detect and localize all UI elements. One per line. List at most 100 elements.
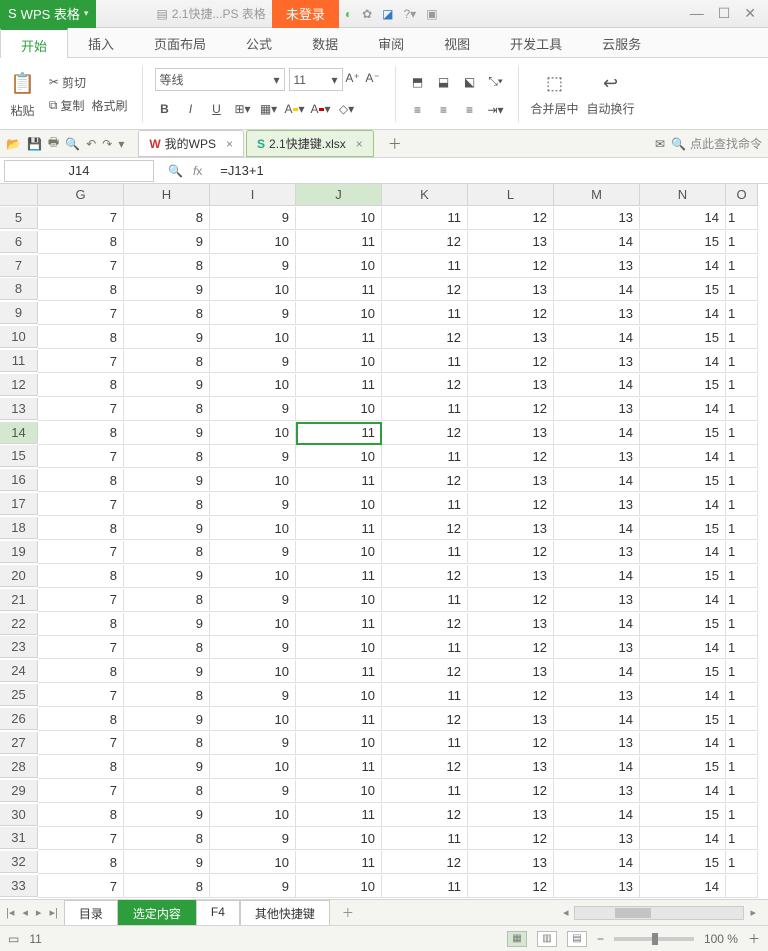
cell[interactable]: 8	[124, 207, 210, 230]
undo-icon[interactable]: ↶	[86, 137, 96, 151]
cell[interactable]: 15	[640, 326, 726, 349]
cell[interactable]: 12	[468, 875, 554, 898]
cell[interactable]: 8	[124, 636, 210, 659]
cell[interactable]: 14	[640, 445, 726, 468]
cell[interactable]: 7	[38, 732, 124, 755]
cell[interactable]: 10	[210, 565, 296, 588]
cell[interactable]: 8	[38, 374, 124, 397]
cell[interactable]: 12	[468, 780, 554, 803]
cell[interactable]: 12	[468, 255, 554, 278]
cell[interactable]: 8	[38, 517, 124, 540]
cell[interactable]: 10	[296, 827, 382, 850]
sheet-tab-2[interactable]: F4	[196, 900, 240, 926]
spreadsheet-grid[interactable]: GHIJKLMNO5789101112131416891011121314151…	[0, 184, 768, 899]
sync-icon[interactable]: ◐	[345, 7, 352, 21]
cell[interactable]: 11	[382, 589, 468, 612]
cell[interactable]: 7	[38, 780, 124, 803]
row-header[interactable]: 17	[0, 493, 38, 515]
cell[interactable]: 1	[726, 565, 758, 588]
align-top-button[interactable]: ⬒	[408, 72, 428, 92]
cell[interactable]: 9	[124, 613, 210, 636]
cell[interactable]: 9	[124, 422, 210, 445]
cell[interactable]: 15	[640, 469, 726, 492]
cell[interactable]: 9	[210, 827, 296, 850]
cell[interactable]: 12	[382, 278, 468, 301]
cell[interactable]: 14	[554, 613, 640, 636]
cell[interactable]: 12	[468, 589, 554, 612]
cell[interactable]: 13	[554, 493, 640, 516]
cell[interactable]: 14	[640, 780, 726, 803]
cell[interactable]: 1	[726, 732, 758, 755]
cell[interactable]: 11	[296, 469, 382, 492]
share-icon[interactable]: ◪	[382, 7, 393, 21]
row-header[interactable]: 25	[0, 684, 38, 706]
row-header[interactable]: 21	[0, 589, 38, 611]
cell[interactable]: 1	[726, 493, 758, 516]
clear-format-button[interactable]: ◇▾	[337, 99, 357, 119]
chevron-down-icon[interactable]: ▾	[84, 8, 89, 19]
sheet-tab-3[interactable]: 其他快捷键	[240, 900, 330, 926]
cell[interactable]: 8	[38, 804, 124, 827]
menu-tab-5[interactable]: 审阅	[358, 28, 424, 57]
align-left-button[interactable]: ≡	[408, 100, 428, 120]
cell[interactable]: 14	[640, 875, 726, 898]
cell[interactable]: 10	[210, 756, 296, 779]
cell[interactable]: 1	[726, 804, 758, 827]
align-center-button[interactable]: ≡	[434, 100, 454, 120]
cell[interactable]: 11	[296, 613, 382, 636]
row-header[interactable]: 23	[0, 636, 38, 658]
preview-icon[interactable]: 🔍	[65, 137, 80, 151]
paste-button[interactable]: 📋	[6, 69, 39, 98]
cell[interactable]: 9	[124, 756, 210, 779]
cell[interactable]: 11	[296, 374, 382, 397]
cell[interactable]: 15	[640, 517, 726, 540]
zoom-out-button[interactable]: −	[597, 932, 604, 946]
cell[interactable]: 15	[640, 374, 726, 397]
cell[interactable]: 12	[382, 660, 468, 683]
redo-icon[interactable]: ↷	[102, 137, 112, 151]
row-header[interactable]: 8	[0, 278, 38, 300]
cell[interactable]: 14	[554, 326, 640, 349]
cell[interactable]: 9	[124, 278, 210, 301]
cell[interactable]: 13	[468, 804, 554, 827]
cell[interactable]: 11	[296, 422, 382, 445]
row-header[interactable]: 18	[0, 517, 38, 539]
cell[interactable]: 7	[38, 302, 124, 325]
cell[interactable]: 1	[726, 278, 758, 301]
cell[interactable]: 1	[726, 517, 758, 540]
cell[interactable]: 13	[554, 827, 640, 850]
cell[interactable]: 11	[382, 827, 468, 850]
cell[interactable]: 9	[210, 732, 296, 755]
indent-button[interactable]: ⇥▾	[486, 100, 506, 120]
sheet-nav-prev[interactable]: ◂	[20, 906, 30, 919]
cell[interactable]: 14	[640, 350, 726, 373]
cell[interactable]: 11	[382, 636, 468, 659]
row-header[interactable]: 30	[0, 804, 38, 826]
cell[interactable]: 9	[210, 589, 296, 612]
zoom-thumb[interactable]	[652, 933, 658, 945]
merge-button[interactable]: ⬚	[542, 71, 567, 96]
cell[interactable]: 10	[296, 589, 382, 612]
column-header[interactable]: K	[382, 184, 468, 206]
cell[interactable]: 14	[554, 231, 640, 254]
feedback-icon[interactable]: ✉	[655, 137, 665, 151]
row-header[interactable]: 11	[0, 350, 38, 372]
cell[interactable]: 9	[210, 302, 296, 325]
cell[interactable]: 13	[468, 422, 554, 445]
cut-button[interactable]: ✂ 剪切	[47, 73, 130, 92]
cell[interactable]: 8	[124, 780, 210, 803]
cell[interactable]: 11	[382, 445, 468, 468]
grow-font-button[interactable]: A⁺	[343, 68, 363, 88]
zoom-value[interactable]: 100 %	[704, 932, 738, 946]
row-header[interactable]: 7	[0, 255, 38, 277]
cell[interactable]: 15	[640, 851, 726, 874]
cell[interactable]: 12	[468, 732, 554, 755]
cell[interactable]: 1	[726, 255, 758, 278]
fill-color-button[interactable]: ▦▾	[259, 99, 279, 119]
cell[interactable]: 8	[124, 732, 210, 755]
font-name-select[interactable]: 等线▾	[155, 68, 285, 91]
cell[interactable]: 10	[296, 398, 382, 421]
cell[interactable]: 13	[554, 350, 640, 373]
add-tab-button[interactable]: ＋	[388, 134, 402, 154]
sheet-tab-0[interactable]: 目录	[64, 900, 118, 926]
